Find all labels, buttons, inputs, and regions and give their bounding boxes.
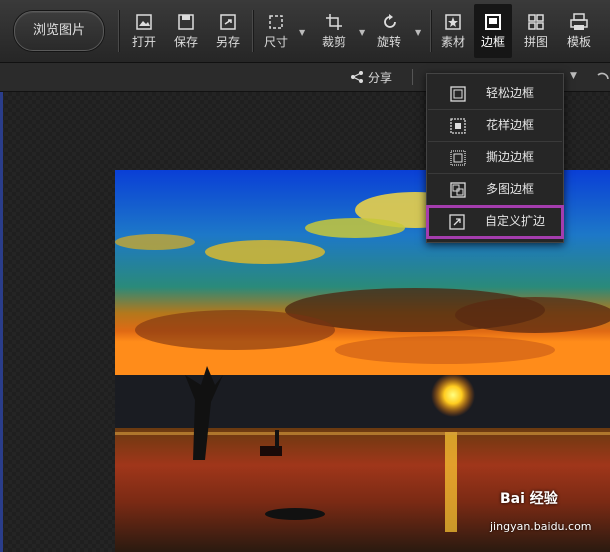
materials-label: 素材 xyxy=(440,35,465,49)
crop-icon xyxy=(326,14,342,30)
share-label: 分享 xyxy=(368,71,393,85)
crop-button[interactable]: 裁剪 ▼ xyxy=(316,4,370,58)
open-label: 打开 xyxy=(131,35,156,49)
share-icon xyxy=(351,71,363,83)
save-as-button[interactable]: 另存 xyxy=(210,4,246,58)
open-button[interactable]: 打开 xyxy=(126,4,162,58)
border-frame-icon xyxy=(485,14,501,30)
simple-border-icon xyxy=(450,86,466,102)
template-label: 模板 xyxy=(566,35,591,49)
resize-button[interactable]: 尺寸 ▼ xyxy=(258,4,308,58)
menu-item-label: 自定义扩边 xyxy=(485,214,546,228)
menu-item-multi-image-border[interactable]: 多图边框 xyxy=(428,174,562,206)
template-button[interactable]: 模板 xyxy=(560,4,598,58)
rotate-icon xyxy=(384,14,396,28)
subbar-divider xyxy=(412,69,413,85)
save-icon xyxy=(178,14,194,30)
open-image-icon xyxy=(136,14,152,30)
menu-item-custom-expand[interactable]: 自定义扩边 xyxy=(426,205,564,239)
left-edge-strip xyxy=(0,92,3,552)
menu-item-label: 撕边边框 xyxy=(486,150,535,164)
main-toolbar: 浏览图片 打开 保存 另存 尺寸 ▼ 裁剪 ▼ 旋转 ▼ 素材 边框 拼图 模板 xyxy=(0,0,610,63)
menu-item-label: 轻松边框 xyxy=(486,86,535,100)
collage-label: 拼图 xyxy=(523,35,548,49)
browse-images-button[interactable]: 浏览图片 xyxy=(14,11,104,51)
share-button[interactable]: 分享 xyxy=(350,69,392,86)
materials-button[interactable]: 素材 xyxy=(436,4,470,58)
template-printer-icon xyxy=(570,13,588,30)
materials-star-icon xyxy=(445,14,461,30)
multi-image-border-icon xyxy=(450,182,466,198)
refresh-icon[interactable] xyxy=(594,69,610,85)
collage-grid-icon xyxy=(528,14,544,30)
subbar-dropdown-arrow-icon[interactable]: ▼ xyxy=(570,71,577,81)
menu-item-label: 花样边框 xyxy=(486,118,535,132)
crop-dropdown-arrow-icon[interactable]: ▼ xyxy=(359,28,365,37)
menu-item-label: 多图边框 xyxy=(486,182,535,196)
save-button[interactable]: 保存 xyxy=(168,4,204,58)
collage-button[interactable]: 拼图 xyxy=(518,4,554,58)
resize-icon xyxy=(269,15,283,29)
torn-border-icon xyxy=(450,150,466,166)
watermark-url: jingyan.baidu.com xyxy=(490,520,592,533)
rotate-button[interactable]: 旋转 ▼ xyxy=(374,4,428,58)
save-as-icon xyxy=(220,14,236,30)
menu-item-torn-border[interactable]: 撕边边框 xyxy=(428,142,562,174)
border-label: 边框 xyxy=(480,35,505,49)
save-label: 保存 xyxy=(173,35,198,49)
toolbar-divider xyxy=(430,10,432,52)
rotate-dropdown-arrow-icon[interactable]: ▼ xyxy=(415,28,421,37)
toolbar-divider xyxy=(252,10,254,52)
custom-expand-icon xyxy=(449,214,465,230)
save-as-label: 另存 xyxy=(215,35,240,49)
menu-item-simple-border[interactable]: 轻松边框 xyxy=(428,78,562,110)
baidu-jingyan-logo: Bai 经验 xyxy=(500,491,558,507)
resize-dropdown-arrow-icon[interactable]: ▼ xyxy=(299,28,305,37)
toolbar-divider xyxy=(118,10,120,52)
menu-item-pattern-border[interactable]: 花样边框 xyxy=(428,110,562,142)
pattern-border-icon xyxy=(450,118,466,134)
border-button[interactable]: 边框 xyxy=(474,4,512,58)
border-dropdown-menu: 轻松边框 花样边框 撕边边框 多图边框 自定义扩边 xyxy=(426,73,564,243)
